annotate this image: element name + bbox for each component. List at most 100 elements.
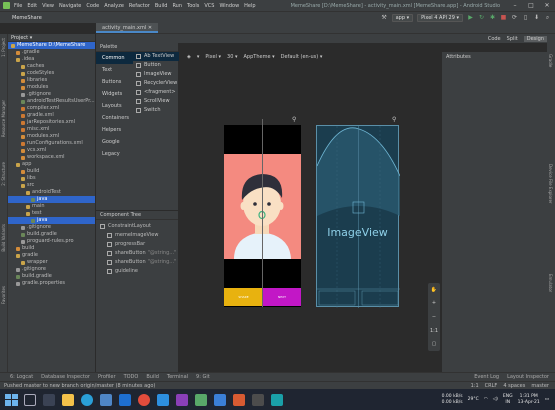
vscode-icon[interactable] bbox=[157, 393, 169, 406]
volume-icon[interactable]: ◁) bbox=[493, 397, 498, 402]
office-icon[interactable] bbox=[233, 393, 245, 406]
hammer-icon[interactable]: ⚒ bbox=[381, 14, 388, 21]
project-tree-item[interactable]: test bbox=[8, 210, 95, 217]
right-tab-1[interactable]: Device File Explorer bbox=[548, 164, 553, 204]
project-tree-item[interactable]: java bbox=[8, 196, 95, 203]
component-tree-item[interactable]: progressBar bbox=[96, 240, 178, 249]
component-tree-item[interactable]: shareButton "@string..." bbox=[96, 249, 178, 258]
component-tree-item[interactable]: shareButton "@string..." bbox=[96, 258, 178, 267]
zoom-control-1[interactable]: + bbox=[432, 300, 436, 306]
project-tree-item[interactable]: src bbox=[8, 182, 95, 189]
store-icon[interactable] bbox=[100, 393, 112, 406]
bottom-tab-4[interactable]: Build bbox=[146, 374, 159, 380]
project-tree-item[interactable]: .gradle bbox=[8, 49, 95, 56]
left-tab-3[interactable]: Build Variants bbox=[1, 224, 6, 252]
tab-activity-main-xml[interactable]: activity_main.xml ✕ bbox=[96, 23, 159, 33]
zoom-control-2[interactable]: − bbox=[432, 314, 436, 320]
avd-manager-icon[interactable]: ▯ bbox=[522, 14, 529, 21]
project-tree-item[interactable]: build.gradle bbox=[8, 273, 95, 280]
minimize-button[interactable]: – bbox=[507, 2, 523, 9]
sdk-manager-icon[interactable]: ⬇ bbox=[533, 14, 540, 21]
project-tree-item[interactable]: build.gradle bbox=[8, 231, 95, 238]
project-tree-item[interactable]: gradle bbox=[8, 252, 95, 259]
component-tree-item[interactable]: guideline bbox=[96, 267, 178, 276]
palette-category-common[interactable]: Common bbox=[96, 52, 133, 64]
run-icon[interactable]: ▶ bbox=[467, 14, 474, 21]
git-branch[interactable]: master bbox=[531, 383, 549, 389]
windows-start-icon[interactable] bbox=[4, 393, 18, 407]
right-tab-0[interactable]: Gradle bbox=[548, 54, 553, 67]
terminal-icon[interactable] bbox=[252, 393, 264, 406]
left-tab-1[interactable]: Resource Manager bbox=[1, 100, 6, 137]
android-studio-taskbar-icon[interactable] bbox=[195, 393, 207, 406]
project-tree-item[interactable]: gradle.xml bbox=[8, 112, 95, 119]
menu-analyze[interactable]: Analyze bbox=[104, 3, 124, 9]
menu-edit[interactable]: Edit bbox=[27, 3, 37, 9]
palette-category-buttons[interactable]: Buttons bbox=[96, 76, 133, 88]
task-view-icon[interactable] bbox=[43, 393, 55, 406]
photos-icon[interactable] bbox=[214, 393, 226, 406]
bottom-tab-3[interactable]: TODO bbox=[124, 374, 139, 380]
project-tree-item[interactable]: modules.xml bbox=[8, 133, 95, 140]
project-panel-header[interactable]: Project ▾ bbox=[8, 34, 95, 42]
sync-icon[interactable]: ⟳ bbox=[511, 14, 518, 21]
project-tree-item[interactable]: androidTestResultsUserPr... bbox=[8, 98, 95, 105]
run-config-select[interactable]: app ▾ bbox=[391, 13, 414, 22]
project-tree-item[interactable]: build bbox=[8, 168, 95, 175]
project-tree-item[interactable]: gradle.properties bbox=[8, 280, 95, 287]
share-button-preview[interactable]: SHARE bbox=[224, 288, 263, 306]
menu-refactor[interactable]: Refactor bbox=[129, 3, 150, 9]
menu-build[interactable]: Build bbox=[155, 3, 168, 9]
palette-item[interactable]: Ab TextView bbox=[133, 52, 179, 61]
caret-position[interactable]: 1:1 bbox=[471, 383, 479, 389]
project-view-select[interactable]: Project ▾ bbox=[11, 35, 32, 41]
palette-item[interactable]: Switch bbox=[133, 106, 179, 115]
project-tree-item[interactable]: workspace.xml bbox=[8, 154, 95, 161]
project-tree-item[interactable]: wrapper bbox=[8, 259, 95, 266]
device-select[interactable]: Pixel 4 API 29 ▾ bbox=[417, 13, 463, 22]
next-button-preview[interactable]: NEXT bbox=[263, 288, 301, 306]
project-tree-item[interactable]: .gitignore bbox=[8, 266, 95, 273]
device-preview-select[interactable]: Pixel ▾ bbox=[205, 54, 221, 60]
edge-browser-icon[interactable] bbox=[81, 393, 93, 406]
bottom-right-tab-0[interactable]: Event Log bbox=[474, 374, 499, 380]
component-tree-item[interactable]: memeImageView bbox=[96, 231, 178, 240]
palette-category-google[interactable]: Google bbox=[96, 136, 133, 148]
code-mode-button[interactable]: Code bbox=[488, 36, 501, 42]
palette-category-widgets[interactable]: Widgets bbox=[96, 88, 133, 100]
project-tree-item[interactable]: compiler.xml bbox=[8, 105, 95, 112]
project-tree-item[interactable]: proguard-rules.pro bbox=[8, 238, 95, 245]
project-tree-item[interactable]: caches bbox=[8, 63, 95, 70]
clock[interactable]: 1:31 PM 13-Apr-21 bbox=[518, 394, 540, 406]
layer-icon[interactable]: ◈ bbox=[187, 54, 191, 60]
maximize-button[interactable]: □ bbox=[523, 2, 539, 9]
palette-item[interactable]: RecyclerView bbox=[133, 79, 179, 88]
palette-category-text[interactable]: Text bbox=[96, 64, 133, 76]
palette-item[interactable]: ImageView bbox=[133, 70, 179, 79]
zoom-control-4[interactable]: ▢ bbox=[432, 341, 437, 347]
menu-run[interactable]: Run bbox=[172, 3, 182, 9]
menu-file[interactable]: File bbox=[14, 3, 22, 9]
project-tree-item[interactable]: .idea bbox=[8, 56, 95, 63]
split-mode-button[interactable]: Split bbox=[507, 36, 518, 42]
indent-setting[interactable]: 4 spaces bbox=[503, 383, 525, 389]
zoom-control-0[interactable]: ✋ bbox=[431, 287, 437, 293]
line-separator[interactable]: CRLF bbox=[485, 383, 498, 389]
palette-category-layouts[interactable]: Layouts bbox=[96, 100, 133, 112]
file-explorer-icon[interactable] bbox=[62, 393, 74, 406]
blueprint-preview[interactable] bbox=[316, 125, 401, 308]
project-tree-item[interactable]: java bbox=[8, 217, 95, 224]
menu-window[interactable]: Window bbox=[219, 3, 239, 9]
app-icon[interactable] bbox=[271, 393, 283, 406]
project-tree-item[interactable]: runConfigurations.xml bbox=[8, 140, 95, 147]
bottom-tab-2[interactable]: Profiler bbox=[98, 374, 116, 380]
menu-code[interactable]: Code bbox=[86, 3, 99, 9]
palette-item[interactable]: <fragment> bbox=[133, 88, 179, 97]
stop-icon[interactable]: ■ bbox=[500, 14, 507, 21]
bottom-tab-0[interactable]: 6: Logcat bbox=[10, 374, 33, 380]
left-tab-2[interactable]: 2: Structure bbox=[1, 162, 6, 186]
component-tree-item[interactable]: ConstraintLayout bbox=[96, 222, 178, 231]
menu-vcs[interactable]: VCS bbox=[204, 3, 214, 9]
rerun-icon[interactable]: ↻ bbox=[478, 14, 485, 21]
left-tab-0[interactable]: 1: Project bbox=[1, 38, 6, 57]
